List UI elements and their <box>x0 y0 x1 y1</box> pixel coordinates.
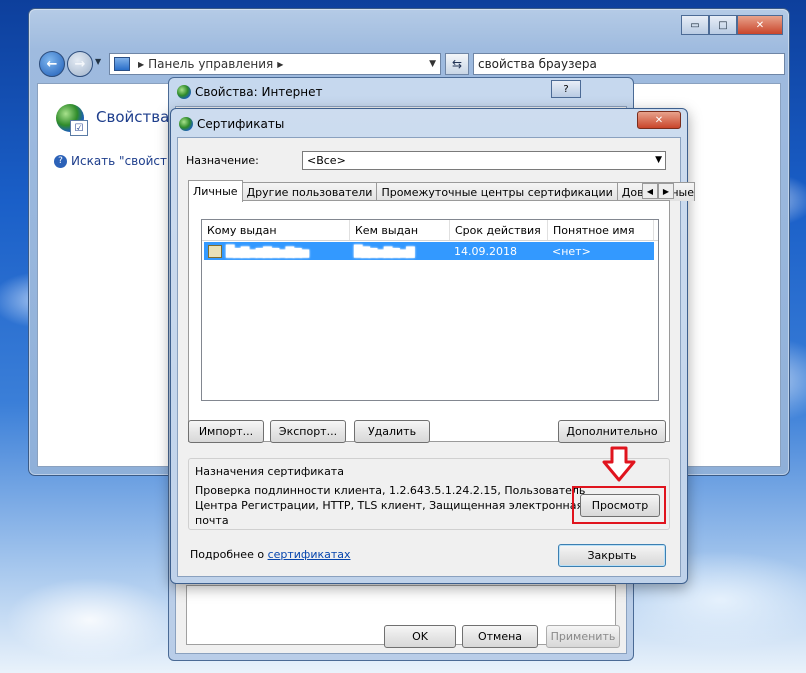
navigation-bar: ← → ▼ ▶ Панель управления ▶ ▼ ⇆ свойства… <box>35 51 785 77</box>
breadcrumb-control-panel[interactable]: Панель управления <box>148 57 273 71</box>
breadcrumb-separator-icon[interactable]: ▶ <box>277 60 283 69</box>
close-button[interactable]: Закрыть <box>558 544 666 567</box>
purpose-select[interactable]: <Все> ▼ <box>302 151 666 170</box>
search-help-text[interactable]: Искать "свойства <box>71 154 181 168</box>
globe-icon <box>179 117 193 131</box>
cell-issued-by: █▇▆▅▇▆▅▇ <box>350 242 450 260</box>
tab-intermediate-ca[interactable]: Промежуточные центры сертификации <box>376 182 618 201</box>
column-issued-to[interactable]: Кому выдан <box>202 220 350 240</box>
control-panel-icon <box>114 57 130 71</box>
help-icon: ? <box>54 154 67 168</box>
maximize-button[interactable]: □ <box>709 15 737 35</box>
close-dialog-button[interactable]: ✕ <box>637 111 681 129</box>
cell-expiration: 14.09.2018 <box>454 244 517 258</box>
cell-issued-to: █▆▇▅▆▇▆▅▇▆▅ <box>204 242 350 260</box>
arrow-left-icon: ← <box>46 56 58 72</box>
certificate-tabs: Личные Другие пользователи Промежуточные… <box>188 180 695 202</box>
tab-other-people[interactable]: Другие пользователи <box>241 182 378 201</box>
certificates-dialog: Сертификаты ✕ Назначение: <Все> ▼ Личные… <box>170 108 695 584</box>
learn-more-prefix: Подробнее о <box>190 548 268 561</box>
cancel-button[interactable]: Отмена <box>462 625 538 648</box>
tab-scroll: ◀ ▶ <box>642 183 674 199</box>
chevron-left-icon[interactable]: ◀ <box>642 183 658 199</box>
dialog-body: Назначение: <Все> ▼ Личные Другие пользо… <box>177 137 695 577</box>
cell-friendly-name: <нет> <box>552 244 591 258</box>
chevron-down-icon[interactable]: ▼ <box>429 59 436 69</box>
purposes-line: Проверка подлинности клиента, 1.2.643.5.… <box>195 484 586 497</box>
import-button[interactable]: Импорт... <box>188 420 264 443</box>
search-help-link[interactable]: ? Искать "свойства <box>54 154 181 168</box>
chevron-down-icon[interactable]: ▼ <box>655 155 662 165</box>
column-issued-by[interactable]: Кем выдан <box>350 220 450 240</box>
learn-more: Подробнее о сертификатах <box>190 548 351 561</box>
tab-panel: Кому выдан Кем выдан Срок действия Понят… <box>188 200 670 442</box>
certificate-icon <box>208 244 222 258</box>
red-arrow-icon <box>602 446 636 482</box>
search-input[interactable]: свойства браузера <box>473 53 785 75</box>
column-expiration[interactable]: Срок действия <box>450 220 548 240</box>
tab-personal[interactable]: Личные <box>188 180 243 202</box>
back-button[interactable]: ← <box>39 51 65 77</box>
redacted-text: █▆▇▅▆▇▆▅▇▆▅ <box>226 244 309 258</box>
apply-button[interactable]: Применить <box>546 625 620 648</box>
refresh-button[interactable]: ⇆ <box>445 53 469 75</box>
dialog-title: Сертификаты <box>197 117 285 131</box>
dialog-title: Свойства: Интернет <box>195 85 323 99</box>
redacted-text: █▇▆▅▇▆▅▇ <box>354 244 415 258</box>
certificates-link[interactable]: сертификатах <box>268 548 351 561</box>
address-bar[interactable]: ▶ Панель управления ▶ ▼ <box>109 53 441 75</box>
refresh-icon: ⇆ <box>451 57 463 71</box>
advanced-button[interactable]: Дополнительно <box>558 420 666 443</box>
forward-button[interactable]: → <box>67 51 93 77</box>
help-button[interactable]: ? <box>551 80 581 98</box>
list-header: Кому выдан Кем выдан Срок действия Понят… <box>202 220 658 241</box>
purposes-text: Проверка подлинности клиента, 1.2.643.5.… <box>195 483 595 528</box>
purpose-label: Назначение: <box>186 154 259 167</box>
purposes-line: Центра Регистрации, HTTP, TLS клиент, За… <box>195 499 584 527</box>
globe-icon <box>177 85 191 99</box>
remove-button[interactable]: Удалить <box>354 420 430 443</box>
chevron-right-icon[interactable]: ▶ <box>658 183 674 199</box>
export-button[interactable]: Экспорт... <box>270 420 346 443</box>
page-title[interactable]: Свойства <box>96 108 169 126</box>
history-dropdown-icon[interactable]: ▼ <box>95 57 101 66</box>
window-controls: ▭ □ ✕ <box>681 15 783 35</box>
breadcrumb-separator-icon[interactable]: ▶ <box>138 60 144 69</box>
ok-button[interactable]: OK <box>384 625 456 648</box>
view-button[interactable]: Просмотр <box>580 494 660 517</box>
purpose-value: <Все> <box>307 154 346 167</box>
minimize-button[interactable]: ▭ <box>681 15 709 35</box>
checklist-icon: ☑ <box>70 120 88 136</box>
column-friendly-name[interactable]: Понятное имя <box>548 220 654 240</box>
purposes-title: Назначения сертификата <box>195 465 344 478</box>
close-button[interactable]: ✕ <box>737 15 783 35</box>
table-row[interactable]: █▆▇▅▆▇▆▅▇▆▅ █▇▆▅▇▆▅▇ 14.09.2018 <нет> <box>204 242 654 260</box>
arrow-right-icon: → <box>74 56 86 72</box>
certificate-list[interactable]: Кому выдан Кем выдан Срок действия Понят… <box>201 219 659 401</box>
